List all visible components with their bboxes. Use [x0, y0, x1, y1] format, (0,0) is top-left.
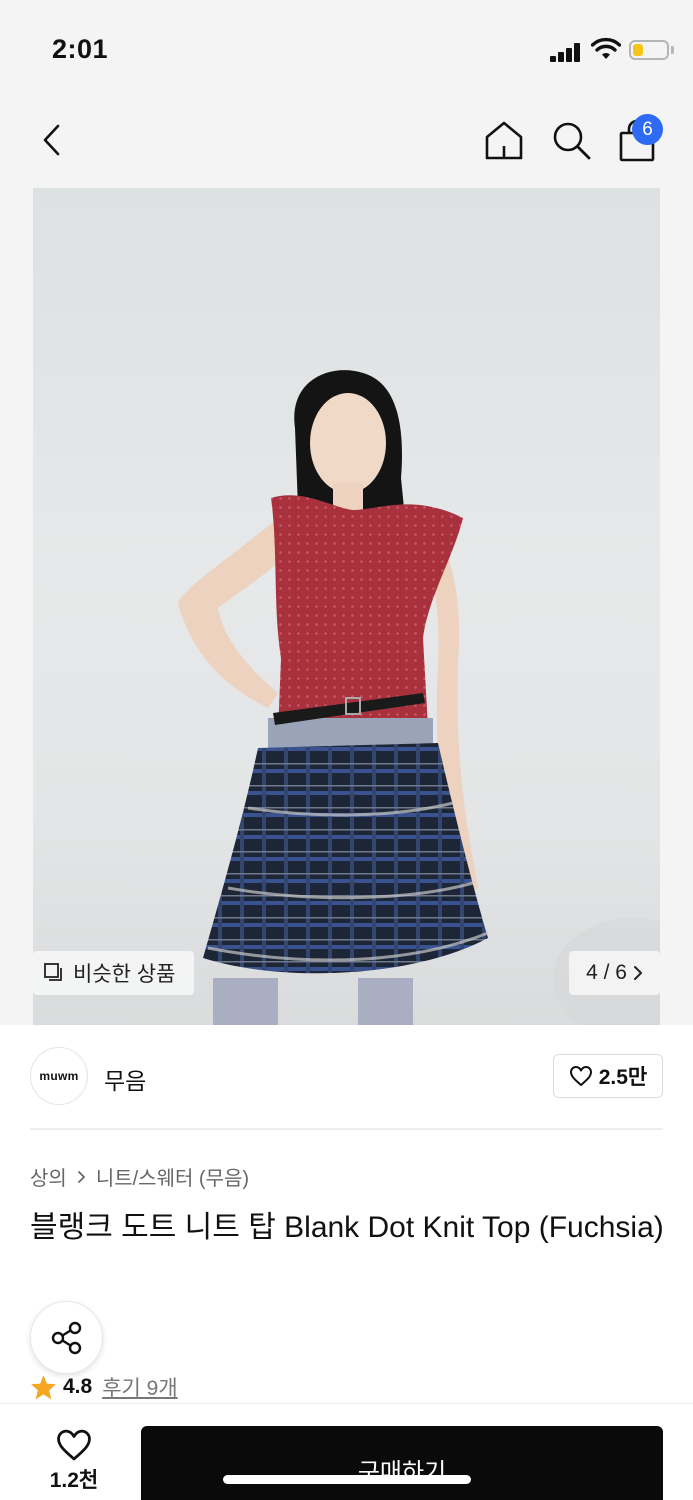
- brand-like-count: 2.5만: [598, 1066, 648, 1089]
- buy-button[interactable]: 구매하기: [141, 1426, 663, 1500]
- heart-icon: [57, 1429, 91, 1461]
- battery-cap: [671, 46, 674, 54]
- heart-icon: [569, 1066, 592, 1086]
- similar-label: 비슷한 상품: [73, 963, 176, 986]
- home-icon[interactable]: [482, 118, 526, 162]
- product-title: 블랭크 도트 니트 탑 Blank Dot Knit Top (Fuchsia): [30, 1211, 664, 1244]
- brand-logo-text: muwm: [39, 1069, 79, 1083]
- review-link[interactable]: 후기 9개: [102, 1372, 177, 1402]
- status-bar: 2:01: [0, 0, 693, 100]
- breadcrumb-subcategory[interactable]: 니트/스웨터 (무음): [96, 1162, 249, 1191]
- product-image[interactable]: [33, 188, 660, 1025]
- page-indicator: 4 / 6: [586, 961, 627, 984]
- search-icon[interactable]: [549, 118, 593, 162]
- wishlist-button[interactable]: 1.2천: [34, 1428, 114, 1500]
- brand-name[interactable]: 무음: [104, 1062, 146, 1096]
- home-indicator[interactable]: [223, 1475, 471, 1484]
- share-icon: [51, 1321, 81, 1354]
- similar-icon: [44, 963, 62, 981]
- rating: 4.8 후기 9개: [30, 1372, 178, 1402]
- chevron-right-icon: [77, 1170, 85, 1183]
- breadcrumb-category[interactable]: 상의: [30, 1162, 67, 1191]
- divider: [30, 1128, 663, 1130]
- wifi-icon: [591, 37, 621, 59]
- chevron-left-icon[interactable]: [34, 118, 74, 162]
- breadcrumb: 상의 니트/스웨터 (무음): [30, 1162, 249, 1191]
- brand-like-button[interactable]: 2.5만: [553, 1054, 663, 1098]
- model-illustration: [178, 370, 660, 1025]
- wishlist-count: 1.2천: [49, 1469, 99, 1492]
- rating-score: 4.8: [63, 1375, 93, 1398]
- battery-icon: [629, 40, 669, 60]
- similar-products-button[interactable]: 비슷한 상품: [33, 951, 194, 995]
- star-icon: [31, 1375, 56, 1400]
- cart-badge: 6: [632, 114, 663, 145]
- signal-icon: [550, 42, 582, 62]
- status-time: 2:01: [52, 34, 109, 64]
- page-indicator-button[interactable]: 4 / 6: [569, 951, 660, 995]
- share-button[interactable]: [30, 1301, 103, 1374]
- chevron-right-icon: [633, 966, 642, 980]
- brand-logo[interactable]: muwm: [30, 1047, 88, 1105]
